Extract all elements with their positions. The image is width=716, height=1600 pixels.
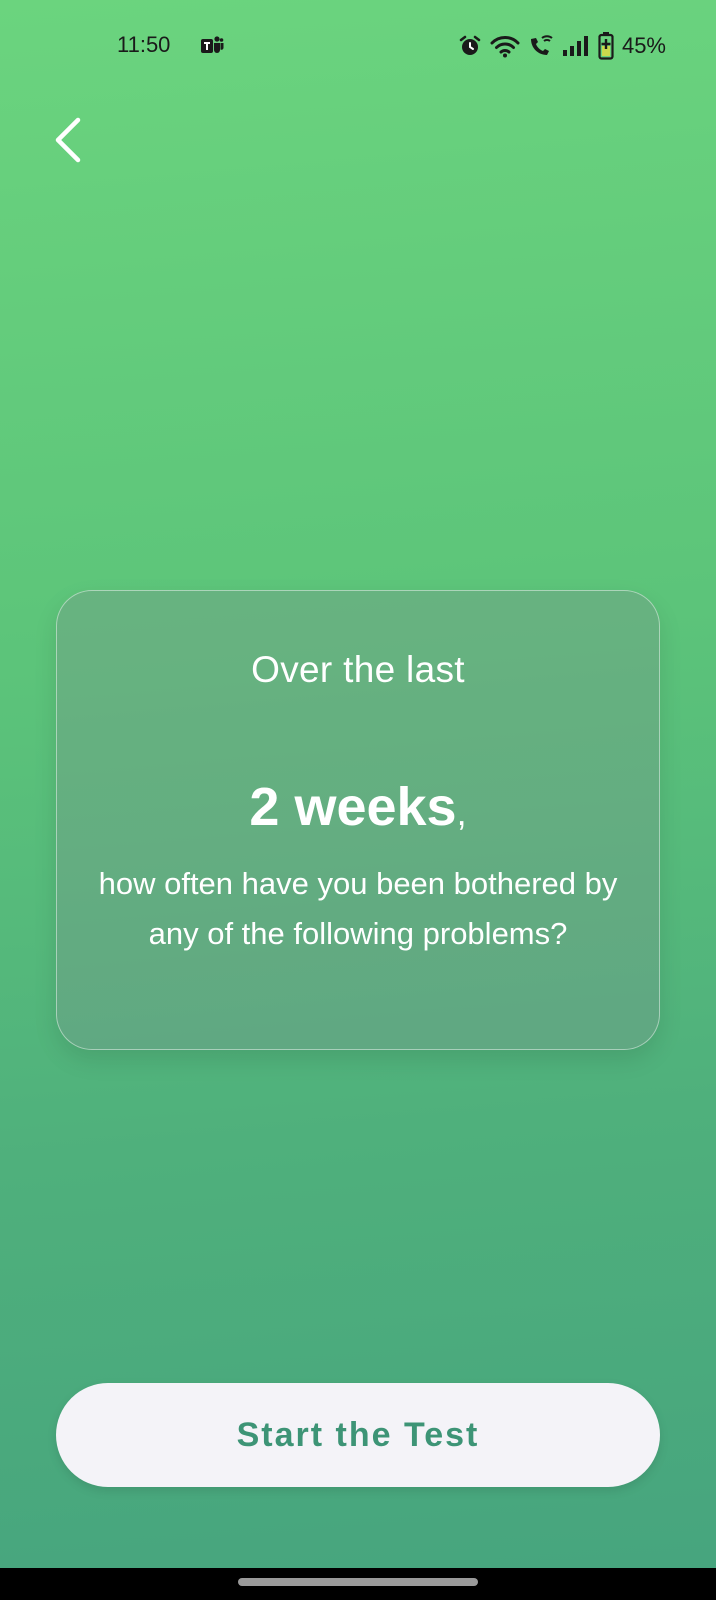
status-bar: 11:50 45% [0, 0, 716, 92]
back-button[interactable] [44, 110, 100, 166]
wifi-icon [490, 36, 520, 58]
battery-percent: 45% [621, 33, 666, 58]
card-highlight-text: 2 weeks [249, 777, 457, 837]
alarm-icon [459, 35, 481, 55]
status-time: 11:50 [117, 32, 171, 57]
navigation-bar [0, 1568, 716, 1600]
card-intro-text: Over the last [251, 649, 465, 690]
question-card: Over the last 2 weeks, how often have yo… [56, 590, 660, 1050]
start-test-button[interactable]: Start the Test [56, 1383, 660, 1487]
battery-charging-icon [598, 32, 614, 60]
teams-icon [201, 36, 224, 53]
card-highlight: 2 weeks, [57, 777, 659, 843]
card-highlight-suffix: , [456, 792, 467, 833]
screen: 11:50 45% Over the last 2 weeks, how oft… [0, 0, 716, 1600]
wifi-calling-icon [530, 35, 553, 55]
signal-icon [562, 36, 588, 56]
home-gesture-handle[interactable] [238, 1578, 478, 1586]
card-question-text: how often have you been bothered by any … [98, 866, 618, 951]
status-icons: 45% [458, 30, 666, 62]
chevron-left-icon [55, 117, 81, 163]
